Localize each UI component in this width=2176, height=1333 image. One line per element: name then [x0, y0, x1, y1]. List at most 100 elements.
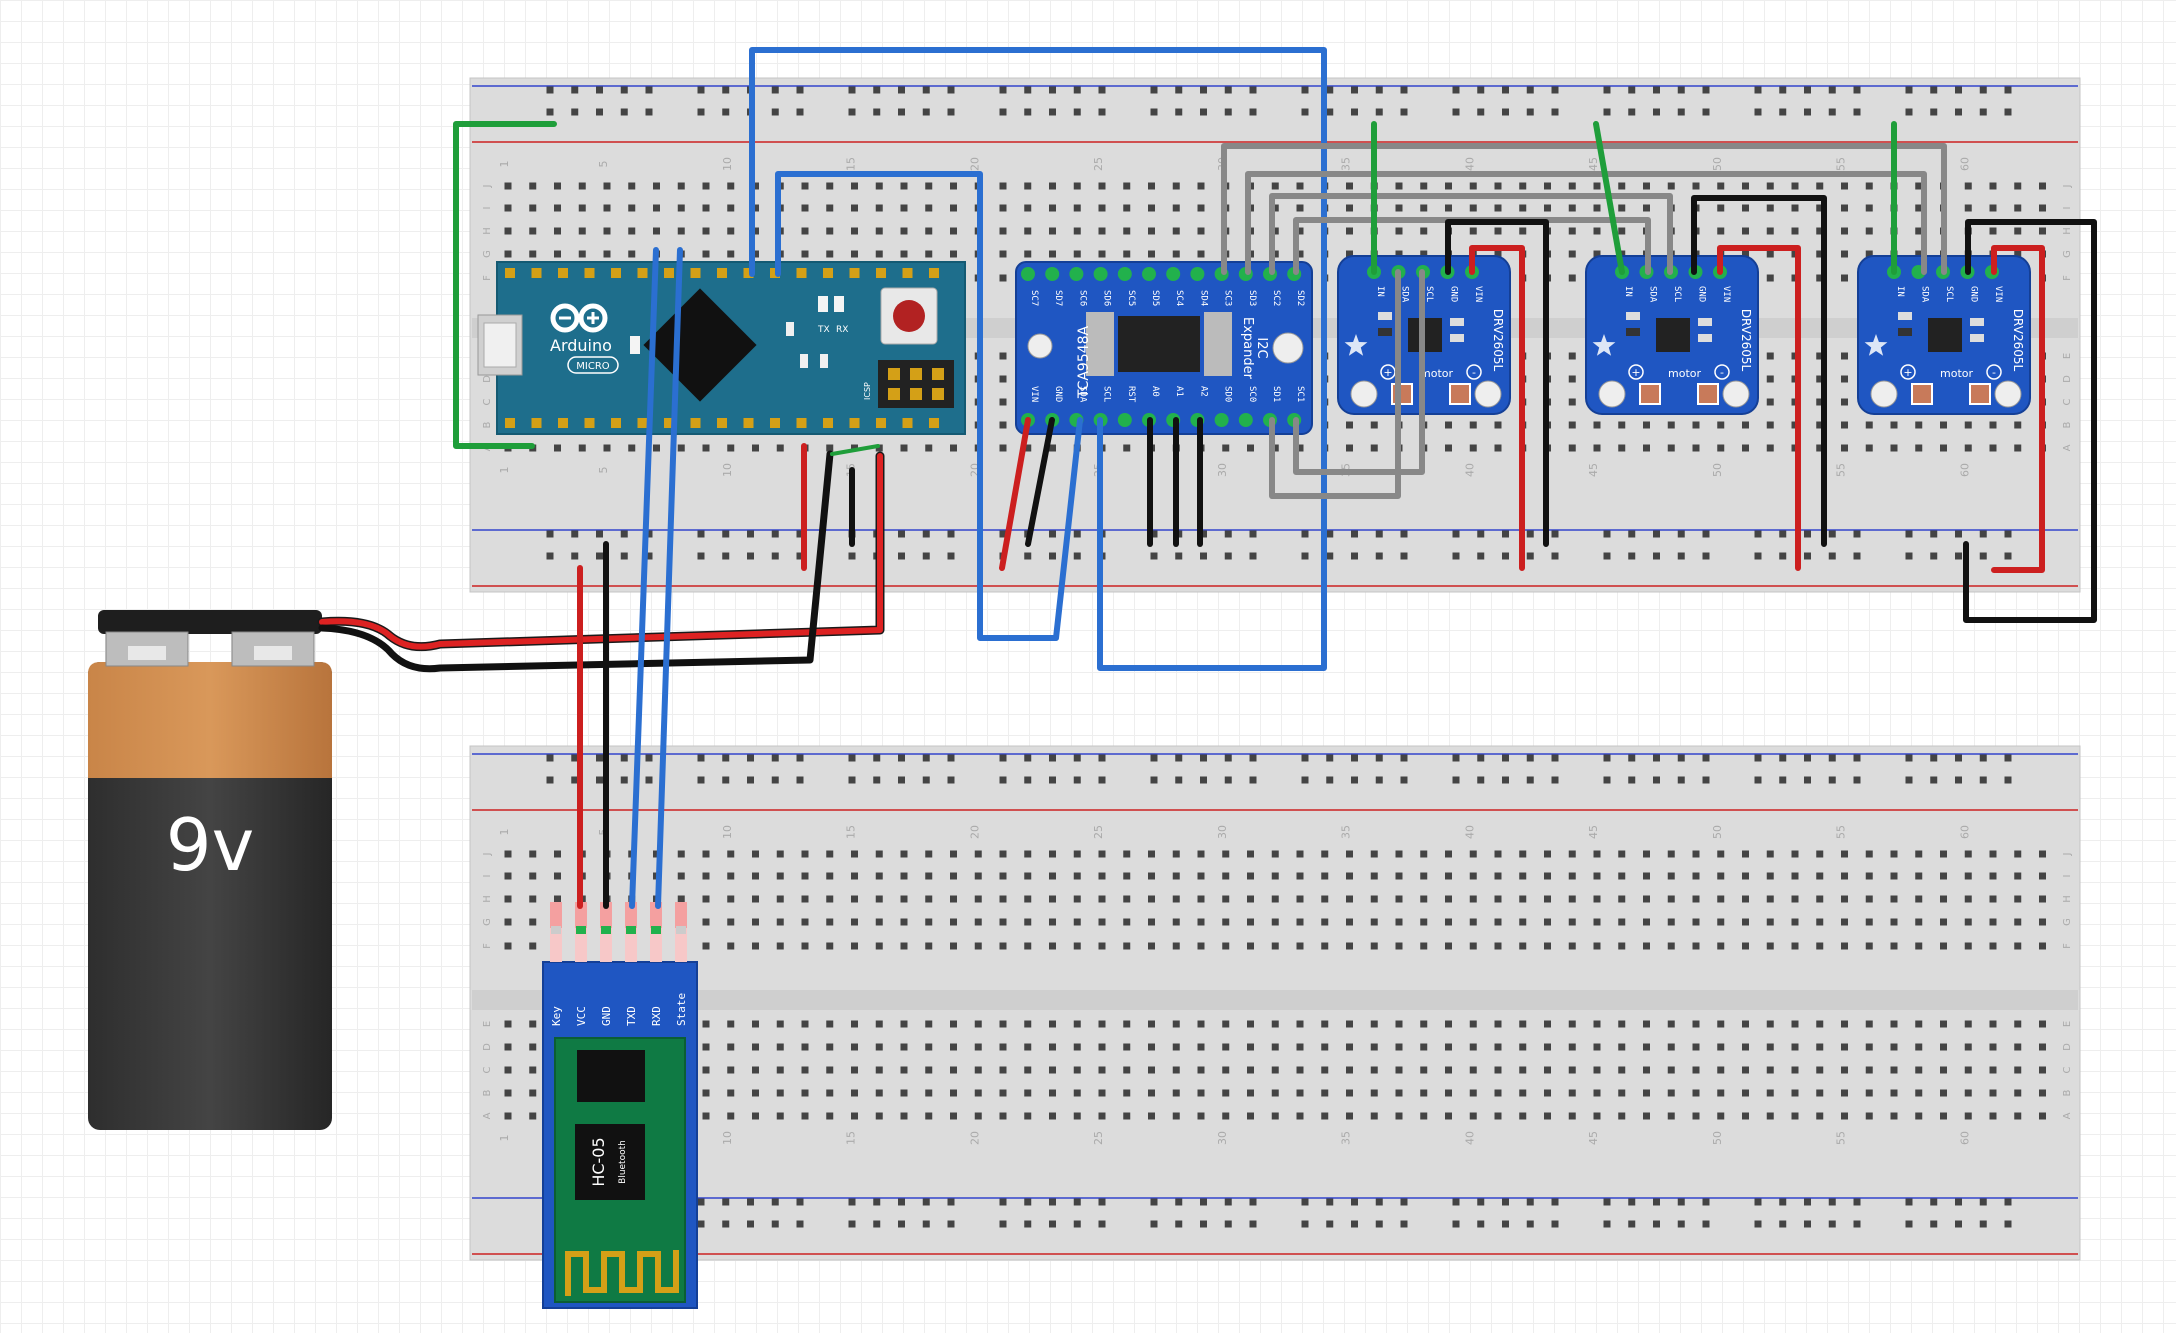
breadboard-hole[interactable] [1526, 86, 1534, 94]
breadboard-hole[interactable] [925, 850, 933, 858]
breadboard-hole[interactable] [1667, 1043, 1675, 1051]
breadboard-hole[interactable] [1123, 1089, 1131, 1097]
breadboard-hole[interactable] [1568, 182, 1576, 190]
breadboard-hole[interactable] [1494, 1066, 1502, 1074]
breadboard-hole[interactable] [1742, 895, 1749, 903]
breadboard-hole[interactable] [1049, 204, 1056, 212]
breadboard-hole[interactable] [2039, 1112, 2046, 1120]
breadboard-hole[interactable] [1370, 850, 1378, 858]
breadboard-hole[interactable] [1677, 108, 1685, 116]
breadboard-hole[interactable] [1692, 1020, 1700, 1028]
breadboard-hole[interactable] [1370, 1043, 1378, 1051]
breadboard-hole[interactable] [1469, 895, 1477, 903]
breadboard-hole[interactable] [1271, 1089, 1279, 1097]
breadboard-hole[interactable] [628, 227, 636, 235]
breadboard-hole[interactable] [1742, 1020, 1749, 1028]
breadboard-hole[interactable] [1568, 1066, 1576, 1074]
breadboard-hole[interactable] [1890, 1020, 1898, 1028]
breadboard-hole[interactable] [1940, 918, 1947, 926]
breadboard-hole[interactable] [702, 942, 710, 950]
breadboard-hole[interactable] [596, 86, 603, 94]
breadboard-hole[interactable] [1804, 1220, 1811, 1228]
breadboard-hole[interactable] [1148, 1020, 1155, 1028]
breadboard-hole[interactable] [677, 444, 685, 452]
breadboard-hole[interactable] [1024, 204, 1032, 212]
breadboard-hole[interactable] [1865, 895, 1873, 903]
breadboard-hole[interactable] [1494, 850, 1502, 858]
breadboard-hole[interactable] [702, 850, 710, 858]
breadboard-hole[interactable] [826, 1020, 834, 1028]
breadboard-hole[interactable] [1395, 227, 1403, 235]
breadboard-hole[interactable] [697, 754, 705, 762]
breadboard-hole[interactable] [999, 754, 1007, 762]
breadboard-hole[interactable] [653, 182, 660, 190]
breadboard-hole[interactable] [1692, 1089, 1700, 1097]
breadboard-hole[interactable] [1890, 421, 1898, 429]
breadboard-hole[interactable] [596, 776, 603, 784]
breadboard-hole[interactable] [826, 1089, 834, 1097]
breadboard-hole[interactable] [1766, 421, 1774, 429]
breadboard-hole[interactable] [504, 918, 512, 926]
breadboard-hole[interactable] [1702, 530, 1710, 538]
breadboard-hole[interactable] [1804, 552, 1811, 560]
breadboard-hole[interactable] [1593, 421, 1601, 429]
breadboard-hole[interactable] [1905, 552, 1913, 560]
breadboard-hole[interactable] [1804, 776, 1811, 784]
breadboard-hole[interactable] [1123, 850, 1131, 858]
breadboard-hole[interactable] [546, 86, 554, 94]
breadboard-hole[interactable] [2039, 872, 2046, 880]
breadboard-hole[interactable] [1551, 108, 1559, 116]
breadboard-hole[interactable] [848, 754, 856, 762]
breadboard-hole[interactable] [1469, 444, 1477, 452]
breadboard-hole[interactable] [801, 1066, 809, 1074]
breadboard-hole[interactable] [1301, 530, 1309, 538]
breadboard-hole[interactable] [999, 1020, 1007, 1028]
breadboard-hole[interactable] [1841, 1043, 1848, 1051]
breadboard-hole[interactable] [504, 1112, 512, 1120]
breadboard-hole[interactable] [1618, 942, 1626, 950]
breadboard-hole[interactable] [851, 250, 858, 258]
breadboard-hole[interactable] [1073, 776, 1081, 784]
breadboard-hole[interactable] [898, 552, 905, 560]
breadboard-hole[interactable] [1964, 421, 1972, 429]
breadboard-hole[interactable] [1346, 918, 1353, 926]
breadboard-hole[interactable] [974, 1043, 982, 1051]
breadboard-hole[interactable] [2004, 552, 2012, 560]
breadboard-hole[interactable] [1742, 850, 1749, 858]
breadboard-hole[interactable] [1779, 86, 1787, 94]
breadboard-hole[interactable] [898, 1198, 905, 1206]
breadboard-hole[interactable] [1890, 872, 1898, 880]
breadboard-hole[interactable] [925, 250, 933, 258]
breadboard-hole[interactable] [1502, 754, 1509, 762]
breadboard-hole[interactable] [1123, 182, 1131, 190]
breadboard-hole[interactable] [1073, 1043, 1081, 1051]
breadboard-hole[interactable] [1989, 1089, 1997, 1097]
breadboard-hole[interactable] [1717, 1089, 1725, 1097]
breadboard-hole[interactable] [1073, 227, 1081, 235]
breadboard-hole[interactable] [1073, 1020, 1081, 1028]
breadboard-hole[interactable] [1653, 776, 1660, 784]
breadboard-hole[interactable] [727, 918, 735, 926]
breadboard-hole[interactable] [1526, 1198, 1534, 1206]
breadboard-hole[interactable] [1603, 108, 1611, 116]
breadboard-hole[interactable] [1766, 444, 1774, 452]
breadboard-hole[interactable] [504, 182, 512, 190]
breadboard-hole[interactable] [1618, 227, 1626, 235]
breadboard-hole[interactable] [1791, 895, 1799, 903]
breadboard-hole[interactable] [1148, 918, 1155, 926]
breadboard-hole[interactable] [504, 1089, 512, 1097]
breadboard-hole[interactable] [1494, 1043, 1502, 1051]
breadboard-hole[interactable] [974, 895, 982, 903]
breadboard-hole[interactable] [1853, 754, 1861, 762]
breadboard-hole[interactable] [1175, 776, 1183, 784]
breadboard-hole[interactable] [722, 86, 730, 94]
breadboard-hole[interactable] [1271, 918, 1279, 926]
breadboard-hole[interactable] [801, 1043, 809, 1051]
breadboard-hole[interactable] [1502, 1220, 1509, 1228]
breadboard-hole[interactable] [1150, 1220, 1158, 1228]
breadboard-hole[interactable] [1200, 1198, 1207, 1206]
breadboard-hole[interactable] [1494, 444, 1502, 452]
breadboard-hole[interactable] [848, 86, 856, 94]
breadboard-hole[interactable] [1469, 182, 1477, 190]
breadboard-hole[interactable] [851, 1066, 858, 1074]
